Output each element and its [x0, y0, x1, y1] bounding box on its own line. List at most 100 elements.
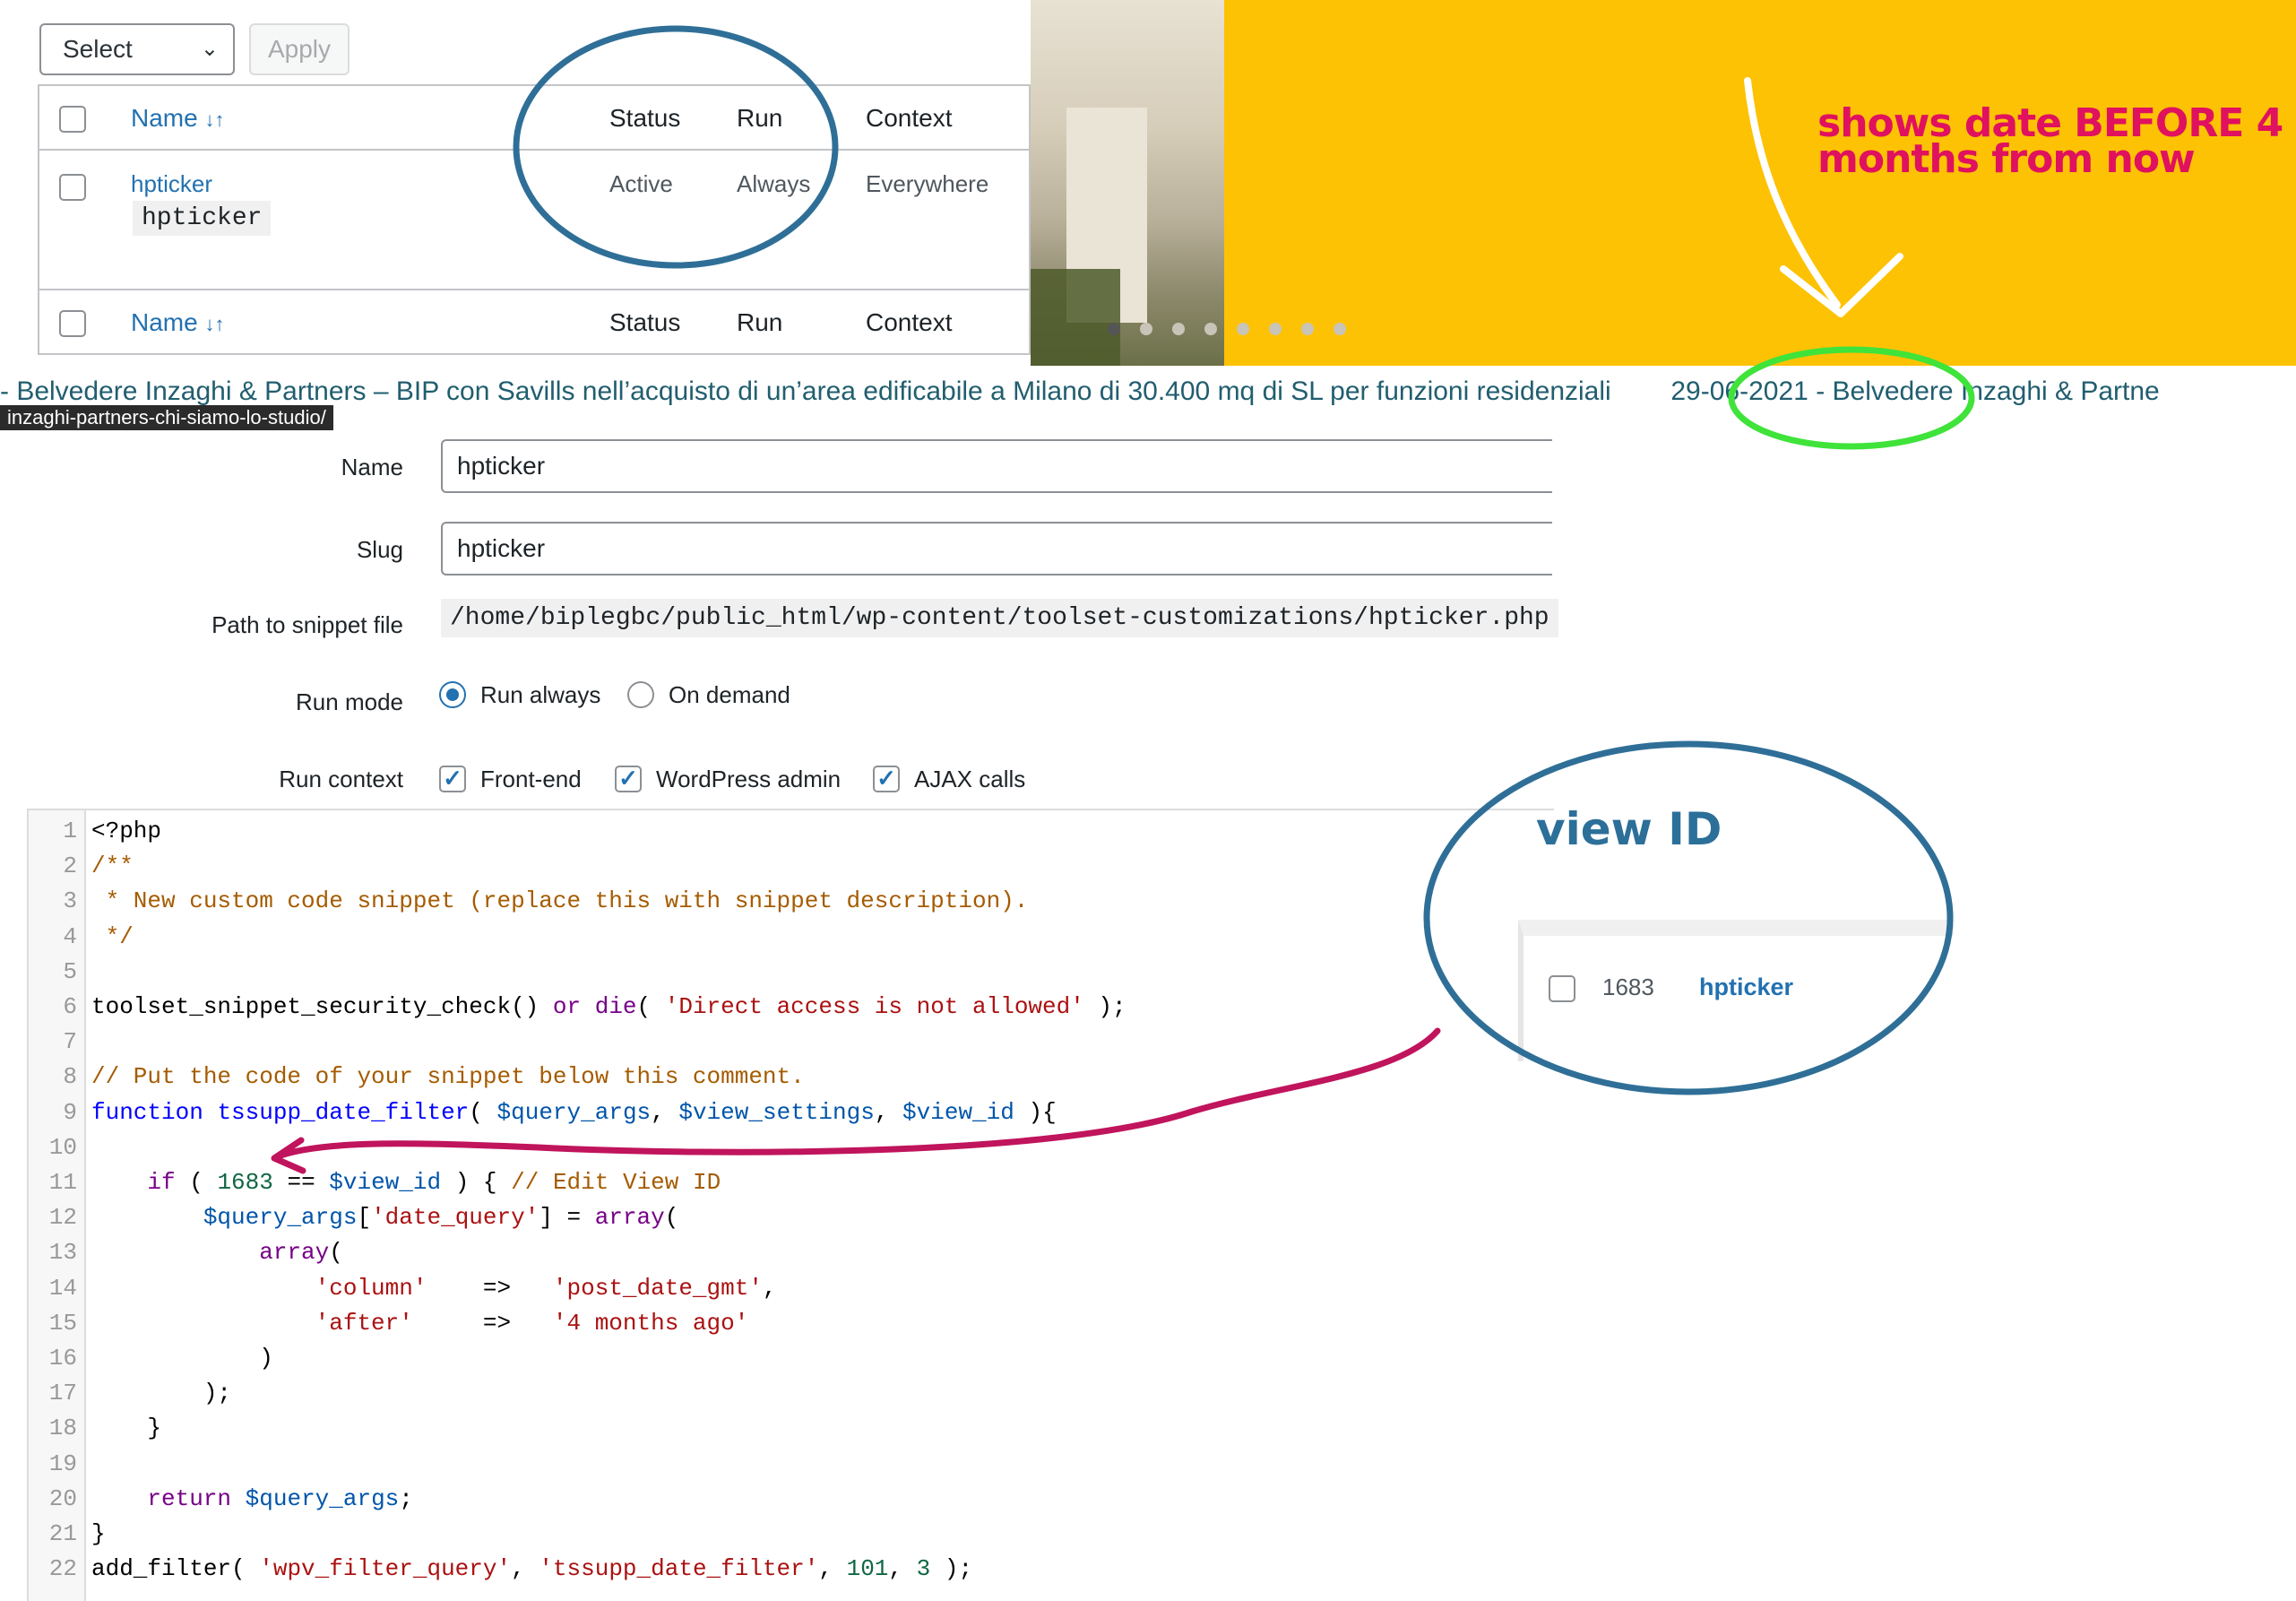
code-line[interactable]: )	[91, 1345, 273, 1372]
code-line[interactable]: // Put the code of your snippet below th…	[91, 1063, 805, 1090]
slider-dot[interactable]	[1140, 323, 1152, 335]
line-number-gutter: 1 2 3 4 5 6 7 8 9 10 11 12 13 14 15 16 17 18 19 20 21 22	[29, 810, 86, 1601]
snippet-name-link[interactable]: hpticker	[131, 170, 212, 198]
bulk-action-select[interactable]: Select ⌄	[39, 23, 235, 75]
line-number: 16	[48, 1345, 77, 1372]
line-number: 11	[48, 1169, 77, 1196]
sort-icon: ↓↑	[204, 108, 225, 131]
name-label: Name	[341, 454, 403, 480]
ticker-text-before[interactable]: - Belvedere Inzaghi & Partners – BIP con…	[0, 376, 1611, 406]
line-number: 2	[63, 852, 77, 880]
run-always-label[interactable]: Run always	[480, 681, 600, 709]
slug-label: Slug	[356, 536, 403, 563]
apply-button[interactable]: Apply	[249, 23, 350, 75]
code-editor[interactable]: 1 2 3 4 5 6 7 8 9 10 11 12 13 14 15 16 17 18 19 20 21 22 <?ph…	[27, 809, 1554, 1601]
line-number: 5	[63, 957, 77, 985]
slider-dot[interactable]	[1108, 323, 1120, 335]
view-row-checkbox[interactable]	[1549, 975, 1575, 1002]
line-number: 14	[48, 1274, 77, 1302]
column-run-header: Run	[737, 104, 783, 132]
run-mode-label: Run mode	[296, 688, 403, 715]
on-demand-label[interactable]: On demand	[669, 681, 790, 709]
column-status-footer: Status	[609, 308, 681, 336]
frontend-label[interactable]: Front-end	[480, 766, 582, 793]
snippet-run: Always	[737, 170, 811, 197]
slider-dot[interactable]	[1237, 323, 1249, 335]
slider-dot[interactable]	[1334, 323, 1346, 335]
code-line[interactable]: function tssupp_date_filter( $query_args…	[91, 1099, 1057, 1126]
select-all-checkbox[interactable]	[59, 106, 86, 133]
slider-dot[interactable]	[1172, 323, 1185, 335]
line-number: 8	[63, 1063, 77, 1091]
slider-dot[interactable]	[1204, 323, 1217, 335]
slider-dot[interactable]	[1301, 323, 1314, 335]
snippet-status: Active	[609, 170, 673, 197]
ticker-text-after[interactable]: - Belvedere Inzaghi & Partne	[1816, 376, 2160, 406]
chevron-down-icon: ⌄	[200, 37, 219, 61]
path-value: /home/biplegbc/public_html/wp-content/to…	[441, 599, 1558, 637]
line-number: 20	[48, 1484, 77, 1512]
code-line[interactable]: 'column' => 'post_date_gmt',	[91, 1275, 777, 1302]
column-run-footer: Run	[737, 308, 783, 336]
ajax-label[interactable]: AJAX calls	[914, 766, 1025, 793]
run-always-radio[interactable]	[439, 681, 466, 708]
column-name-label: Name	[131, 104, 198, 132]
wp-admin-label[interactable]: WordPress admin	[656, 766, 841, 793]
code-line[interactable]: /**	[91, 852, 134, 879]
line-number: 10	[48, 1133, 77, 1161]
code-line[interactable]: */	[91, 923, 134, 950]
column-context-header: Context	[866, 104, 953, 132]
snippets-table: Name ↓↑ Status Run Context hpticker hpti…	[38, 84, 1031, 355]
code-line[interactable]: 'after' => '4 months ago'	[91, 1310, 749, 1337]
code-line[interactable]: * New custom code snippet (replace this …	[91, 887, 1029, 914]
on-demand-radio[interactable]	[627, 681, 654, 708]
row-checkbox[interactable]	[59, 174, 86, 201]
code-line[interactable]: return $query_args;	[91, 1485, 412, 1512]
code-line[interactable]: $query_args['date_query'] = array(	[91, 1204, 679, 1231]
column-name-footer[interactable]: Name ↓↑	[131, 308, 224, 337]
banner-yellow-panel	[1224, 0, 2296, 366]
trees-shape	[1031, 269, 1120, 366]
slider-dot[interactable]	[1269, 323, 1282, 335]
code-line[interactable]: toolset_snippet_security_check() or die(…	[91, 993, 1126, 1020]
footer-divider	[39, 289, 1029, 290]
name-input[interactable]: hpticker	[441, 439, 1552, 493]
code-line[interactable]: array(	[91, 1239, 343, 1266]
link-tooltip: inzaghi-partners-chi-siamo-lo-studio/	[0, 405, 333, 430]
view-name-link[interactable]: hpticker	[1699, 974, 1793, 1001]
view-id-annotation: view ID	[1536, 803, 1722, 855]
code-line[interactable]: );	[91, 1380, 231, 1406]
column-name-footer-label: Name	[131, 308, 198, 336]
line-number: 9	[63, 1098, 77, 1126]
checkmark-icon: ✓	[876, 765, 896, 792]
view-id-value: 1683	[1602, 974, 1654, 1000]
line-number: 3	[63, 887, 77, 915]
line-number: 22	[48, 1555, 77, 1583]
banner-photo	[1031, 0, 1224, 366]
select-all-checkbox-footer[interactable]	[59, 310, 86, 337]
frontend-checkbox[interactable]: ✓	[439, 766, 466, 792]
code-line[interactable]: if ( 1683 == $view_id ) { // Edit View I…	[91, 1169, 721, 1196]
snippet-context: Everywhere	[866, 170, 989, 197]
line-number: 19	[48, 1450, 77, 1477]
line-number: 6	[63, 993, 77, 1020]
news-ticker[interactable]: - Belvedere Inzaghi & Partners – BIP con…	[0, 376, 2296, 414]
snippet-slug: hpticker	[133, 201, 272, 236]
line-number: 21	[48, 1520, 77, 1547]
slug-input[interactable]: hpticker	[441, 522, 1552, 575]
code-line[interactable]: }	[91, 1520, 106, 1547]
line-number: 1	[63, 818, 77, 844]
line-number: 15	[48, 1309, 77, 1337]
header-divider	[39, 149, 1029, 151]
line-number: 4	[63, 922, 77, 950]
code-line[interactable]: }	[91, 1415, 161, 1441]
line-number: 17	[48, 1380, 77, 1407]
view-list-panel: 1683 hpticker	[1518, 920, 1954, 1061]
ajax-checkbox[interactable]: ✓	[873, 766, 900, 792]
code-line[interactable]: <?php	[91, 818, 161, 844]
column-name-header[interactable]: Name ↓↑	[131, 104, 224, 133]
column-status-header: Status	[609, 104, 681, 132]
wp-admin-checkbox[interactable]: ✓	[615, 766, 642, 792]
code-line[interactable]: add_filter( 'wpv_filter_query', 'tssupp_…	[91, 1555, 972, 1582]
line-number: 13	[48, 1239, 77, 1267]
